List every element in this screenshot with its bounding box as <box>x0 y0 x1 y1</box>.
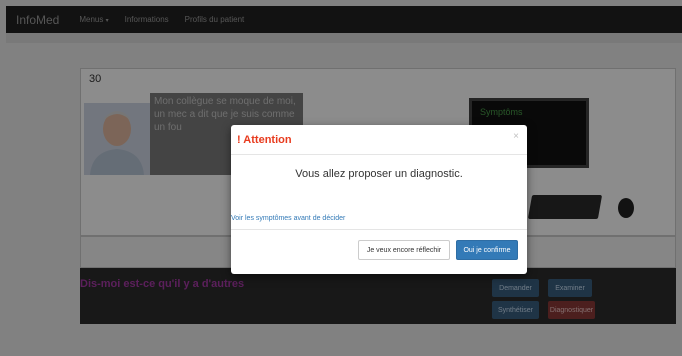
modal-footer: Je veux encore réflechir Oui je confirme <box>231 230 527 274</box>
modal-message: Vous allez proposer un diagnostic. <box>295 168 463 180</box>
modal-header: ! Attention × <box>231 125 527 155</box>
modal-title: ! Attention <box>237 134 292 146</box>
view-symptoms-link[interactable]: Voir les symptômes avant de décider <box>231 215 345 222</box>
cancel-button[interactable]: Je veux encore réflechir <box>358 240 450 260</box>
close-icon[interactable]: × <box>513 131 519 142</box>
confirm-modal: ! Attention × Vous allez proposer un dia… <box>231 125 527 274</box>
modal-body: Vous allez proposer un diagnostic. Voir … <box>231 155 527 230</box>
confirm-button[interactable]: Oui je confirme <box>456 240 518 260</box>
